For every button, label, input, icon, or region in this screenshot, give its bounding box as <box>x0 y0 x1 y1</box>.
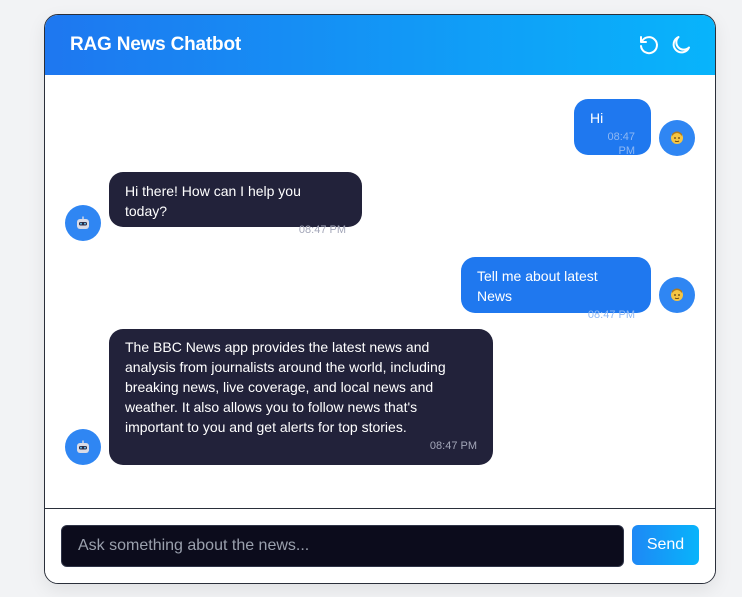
user-face-icon <box>671 131 683 144</box>
message-text: Hi there! How can I help you today? <box>125 183 301 219</box>
message-text: The BBC News app provides the latest new… <box>125 339 446 435</box>
chat-window: RAG News Chatbot Hi 08:47 PM Hi there! H… <box>44 14 716 584</box>
message-timestamp: 08:47 PM <box>607 131 635 157</box>
chat-header: RAG News Chatbot <box>45 15 715 75</box>
bot-message-bubble: Hi there! How can I help you today? 08:4… <box>109 172 362 236</box>
message-timestamp: 08:47 PM <box>429 440 477 452</box>
user-avatar <box>659 277 695 313</box>
message-text: Hi <box>590 110 604 126</box>
user-avatar <box>659 120 695 156</box>
message-input[interactable] <box>61 525 624 567</box>
message-row-user: Tell me about latest News 08:47 PM <box>45 245 715 321</box>
bot-avatar <box>65 429 101 465</box>
user-message-bubble: Tell me about latest News 08:47 PM <box>461 257 651 321</box>
send-button[interactable]: Send <box>632 525 699 565</box>
message-list[interactable]: Hi 08:47 PM Hi there! How can I help you… <box>45 75 715 508</box>
bot-message-bubble: The BBC News app provides the latest new… <box>109 329 493 465</box>
moon-icon <box>672 36 690 54</box>
message-row-bot: The BBC News app provides the latest new… <box>45 320 715 470</box>
theme-toggle-button[interactable] <box>669 33 693 57</box>
message-row-bot: Hi there! How can I help you today? 08:4… <box>45 165 715 245</box>
app-title: RAG News Chatbot <box>70 34 241 55</box>
refresh-icon <box>640 36 658 55</box>
message-timestamp: 08:47 PM <box>298 224 346 236</box>
message-text: Tell me about latest News <box>477 268 598 304</box>
robot-icon <box>77 216 89 229</box>
robot-icon <box>77 440 89 453</box>
message-composer: Send <box>45 509 715 583</box>
refresh-button[interactable] <box>637 33 661 57</box>
bot-avatar <box>65 205 101 241</box>
user-message-bubble: Hi 08:47 PM <box>574 99 651 157</box>
user-face-icon <box>671 288 683 301</box>
message-row-user: Hi 08:47 PM <box>45 75 715 165</box>
